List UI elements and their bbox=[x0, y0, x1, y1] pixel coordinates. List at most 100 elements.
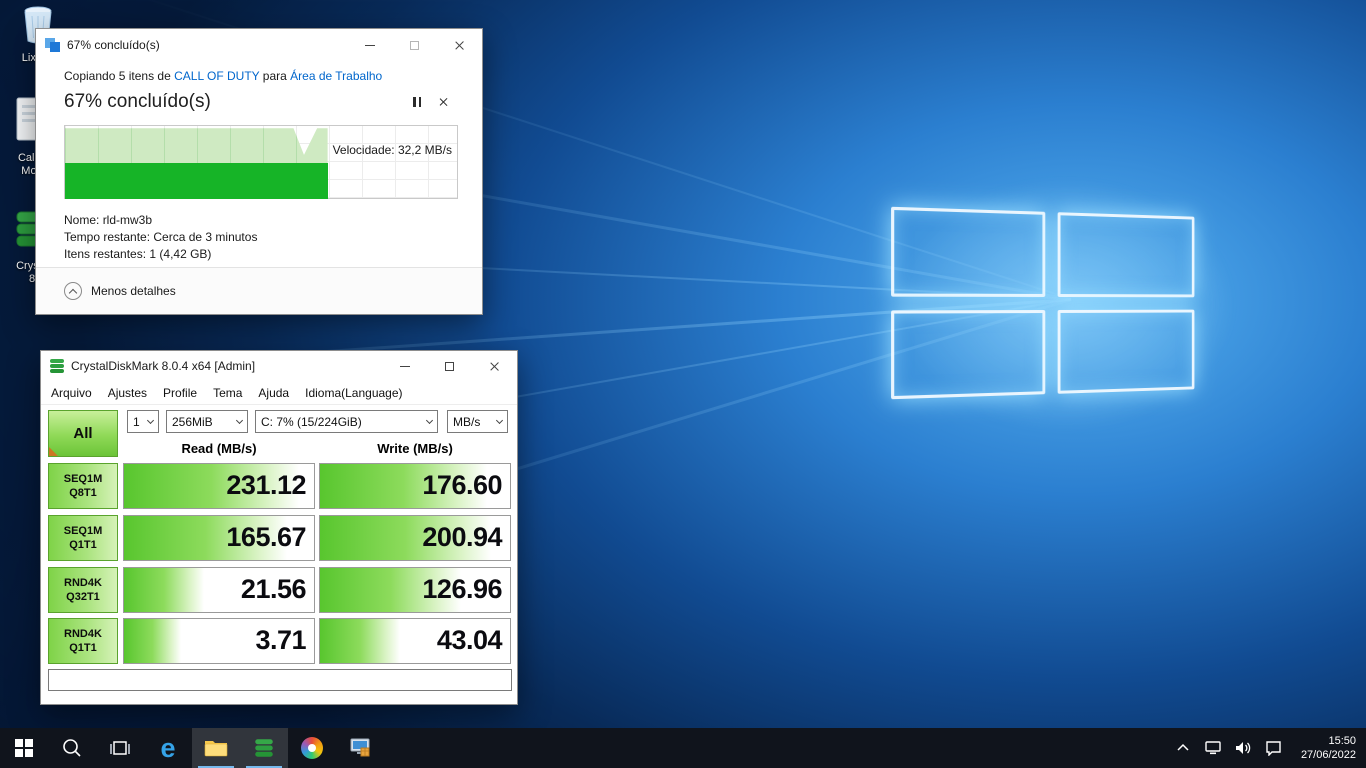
network-button[interactable] bbox=[1198, 728, 1228, 768]
copy-details: Nome: rld-mw3b Tempo restante: Cerca de … bbox=[64, 212, 456, 263]
edge-icon bbox=[160, 735, 175, 762]
menu-ajuda[interactable]: Ajuda bbox=[250, 383, 297, 403]
action-center-button[interactable] bbox=[1258, 728, 1288, 768]
clock-time: 15:50 bbox=[1328, 735, 1356, 747]
menu-idioma[interactable]: Idioma(Language) bbox=[297, 383, 410, 403]
test-count-select[interactable]: 1 bbox=[127, 410, 159, 433]
detail-items-remaining: Itens restantes: 1 (4,42 GB) bbox=[64, 247, 212, 261]
close-button[interactable] bbox=[437, 29, 482, 61]
maximize-button[interactable] bbox=[392, 29, 437, 61]
cdm-menubar: Arquivo Ajustes Profile Tema Ajuda Idiom… bbox=[41, 381, 517, 405]
drive-select[interactable]: C: 7% (15/224GiB) bbox=[255, 410, 438, 433]
task-view-icon bbox=[110, 741, 130, 755]
read-value: 231.12 bbox=[226, 470, 306, 500]
copy-description: Copiando 5 itens de CALL OF DUTY para Ár… bbox=[64, 69, 456, 83]
less-details-label: Menos detalhes bbox=[91, 284, 176, 298]
speed-graph: Velocidade: 32,2 MB/s bbox=[64, 125, 458, 199]
destination-folder-link[interactable]: Área de Trabalho bbox=[290, 69, 382, 83]
read-value: 165.67 bbox=[226, 522, 306, 552]
volume-icon bbox=[1236, 742, 1251, 754]
minimize-icon bbox=[364, 44, 375, 46]
source-folder-link[interactable]: CALL OF DUTY bbox=[174, 69, 259, 83]
write-value: 200.94 bbox=[422, 522, 502, 552]
maximize-icon bbox=[445, 361, 454, 371]
system-tray: 15:50 27/06/2022 bbox=[1168, 728, 1366, 768]
pause-icon bbox=[413, 97, 421, 107]
close-icon bbox=[489, 361, 500, 372]
pause-button[interactable] bbox=[404, 91, 430, 113]
chevron-up-icon bbox=[1177, 743, 1189, 751]
write-result-cell: 126.96 bbox=[319, 567, 511, 613]
start-button[interactable] bbox=[0, 728, 48, 768]
minimize-icon bbox=[399, 365, 410, 367]
file-explorer-button[interactable] bbox=[192, 728, 240, 768]
cancel-button[interactable] bbox=[430, 91, 456, 113]
menu-profile[interactable]: Profile bbox=[155, 383, 205, 403]
action-center-icon bbox=[1265, 741, 1281, 756]
crystaldiskmark-window: CrystalDiskMark 8.0.4 x64 [Admin] Arquiv… bbox=[40, 350, 518, 705]
crystaldiskmark-taskbar-button[interactable] bbox=[240, 728, 288, 768]
cdm-app-icon bbox=[50, 359, 64, 373]
read-value: 3.71 bbox=[255, 625, 306, 655]
minimize-button[interactable] bbox=[347, 29, 392, 61]
read-result-cell: 3.71 bbox=[123, 618, 315, 664]
search-icon bbox=[63, 739, 81, 757]
menu-arquivo[interactable]: Arquivo bbox=[43, 383, 100, 403]
hidden-icons-button[interactable] bbox=[1168, 728, 1198, 768]
minimize-button[interactable] bbox=[382, 351, 427, 381]
menu-ajustes[interactable]: Ajustes bbox=[100, 383, 155, 403]
copy-progress-dialog: 67% concluído(s) Copiando 5 itens de CAL… bbox=[35, 28, 483, 315]
desktop-screen: Lixeira Call o Mod Crysta 8 67% conclu bbox=[0, 0, 1366, 768]
run-all-button[interactable]: All bbox=[48, 410, 118, 457]
read-result-cell: 165.67 bbox=[123, 515, 315, 561]
read-result-cell: 231.12 bbox=[123, 463, 315, 509]
paint-3d-icon bbox=[301, 737, 323, 759]
edge-button[interactable] bbox=[144, 728, 192, 768]
detail-name: Nome: rld-mw3b bbox=[64, 213, 153, 227]
write-value: 176.60 bbox=[422, 470, 502, 500]
paint-3d-button[interactable] bbox=[288, 728, 336, 768]
read-value: 21.56 bbox=[240, 574, 307, 604]
volume-button[interactable] bbox=[1228, 728, 1258, 768]
task-view-button[interactable] bbox=[96, 728, 144, 768]
write-result-cell: 43.04 bbox=[319, 618, 511, 664]
test-button-seq1m-q8t1[interactable]: SEQ1M Q8T1 bbox=[48, 463, 118, 509]
test-size-select[interactable]: 256MiB bbox=[166, 410, 248, 433]
unit-select[interactable]: MB/s bbox=[447, 410, 508, 433]
windows-start-icon bbox=[15, 739, 33, 757]
search-button[interactable] bbox=[48, 728, 96, 768]
speed-history-area bbox=[65, 128, 328, 163]
chevron-up-circle-icon bbox=[64, 282, 82, 300]
close-icon bbox=[454, 40, 465, 51]
chevron-down-icon bbox=[235, 416, 244, 424]
close-button[interactable] bbox=[472, 351, 517, 381]
detail-time-remaining: Tempo restante: Cerca de 3 minutos bbox=[64, 230, 258, 244]
installer-button[interactable] bbox=[336, 728, 384, 768]
write-column-header: Write (MB/s) bbox=[377, 441, 453, 456]
menu-tema[interactable]: Tema bbox=[205, 383, 250, 403]
dialog-titlebar[interactable]: 67% concluído(s) bbox=[36, 29, 482, 61]
cancel-icon bbox=[438, 97, 448, 107]
maximize-button[interactable] bbox=[427, 351, 472, 381]
write-value: 126.96 bbox=[422, 574, 502, 604]
test-button-seq1m-q1t1[interactable]: SEQ1M Q1T1 bbox=[48, 515, 118, 561]
progress-heading: 67% concluído(s) bbox=[64, 91, 211, 112]
chevron-down-icon bbox=[425, 416, 434, 424]
copy-middle: para bbox=[259, 69, 291, 83]
dialog-title: 67% concluído(s) bbox=[67, 38, 160, 52]
test-button-rnd4k-q32t1[interactable]: RND4K Q32T1 bbox=[48, 567, 118, 613]
installer-icon bbox=[350, 738, 370, 757]
progress-bar-fill bbox=[65, 163, 328, 199]
network-icon bbox=[1205, 741, 1221, 755]
read-column-header: Read (MB/s) bbox=[181, 441, 257, 456]
crystaldiskmark-icon bbox=[255, 739, 273, 757]
taskbar-clock[interactable]: 15:50 27/06/2022 bbox=[1288, 728, 1366, 768]
cdm-title: CrystalDiskMark 8.0.4 x64 [Admin] bbox=[71, 359, 256, 373]
less-details-toggle[interactable]: Menos detalhes bbox=[36, 267, 482, 314]
copy-prefix: Copiando 5 itens de bbox=[64, 69, 175, 83]
test-button-rnd4k-q1t1[interactable]: RND4K Q1T1 bbox=[48, 618, 118, 664]
cdm-titlebar[interactable]: CrystalDiskMark 8.0.4 x64 [Admin] bbox=[41, 351, 517, 381]
chevron-down-icon bbox=[146, 416, 155, 424]
file-explorer-icon bbox=[204, 741, 228, 757]
comment-field[interactable] bbox=[48, 669, 512, 691]
